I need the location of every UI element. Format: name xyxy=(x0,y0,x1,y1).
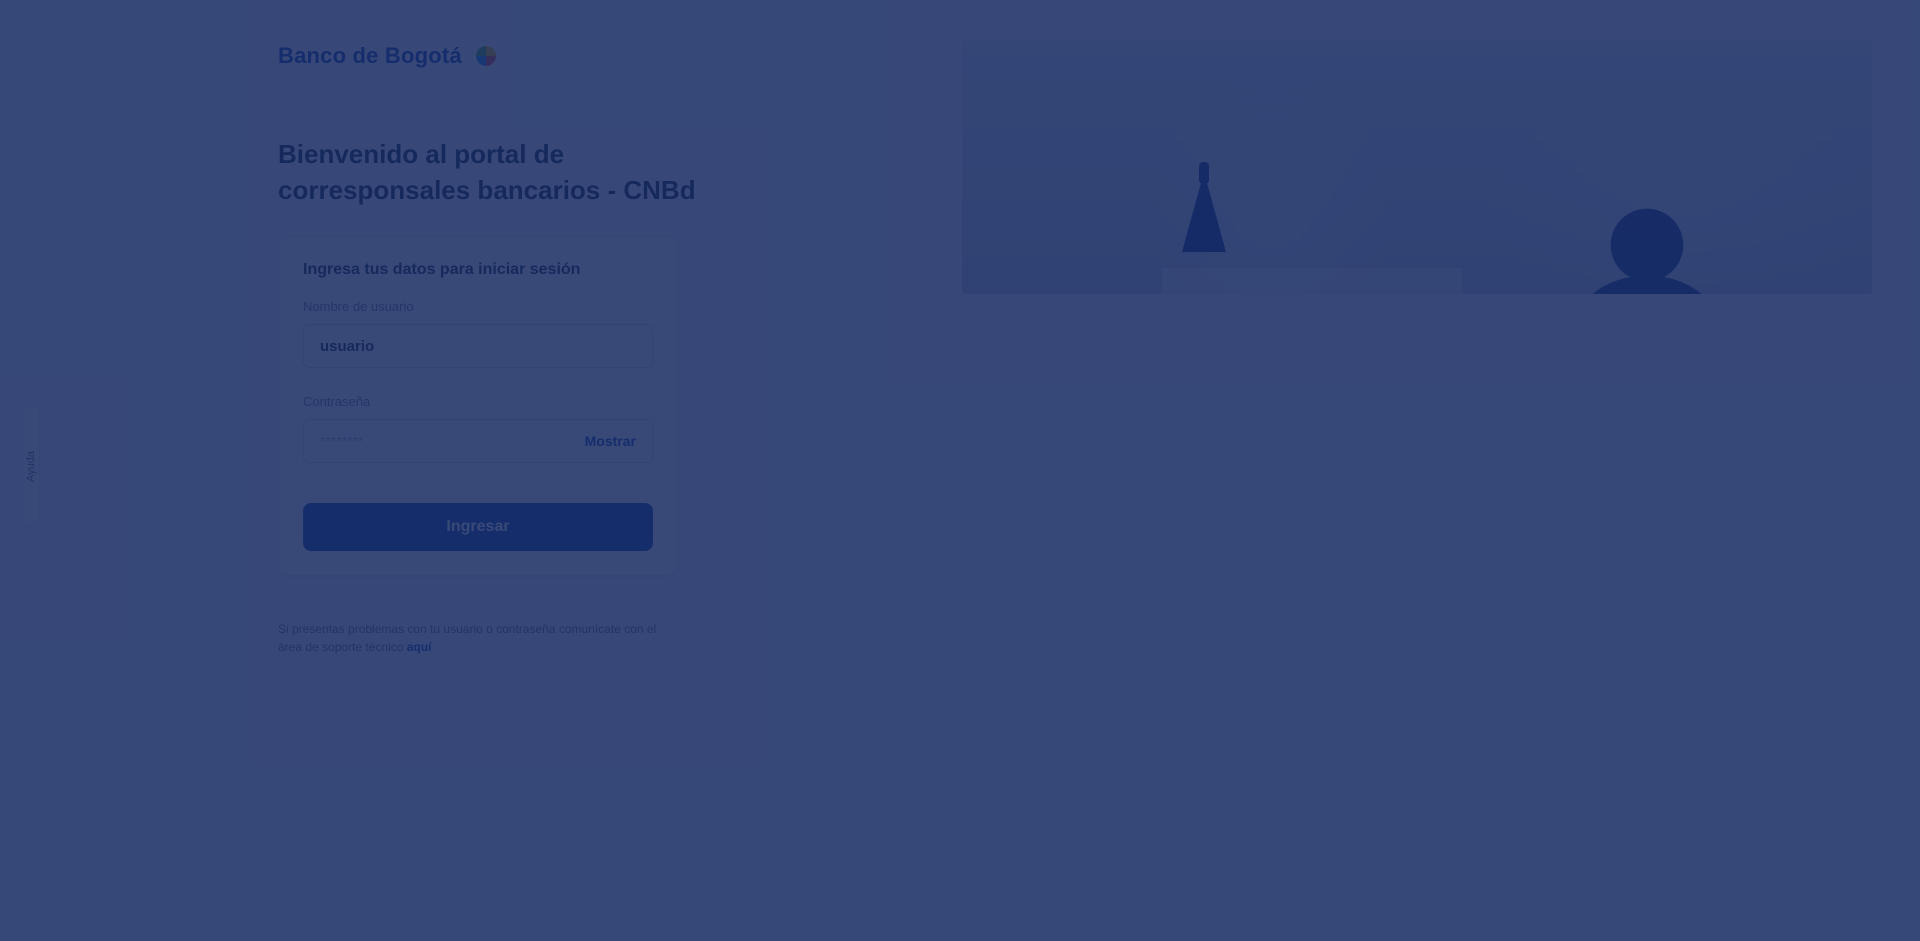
username-field[interactable]: usuario xyxy=(303,324,653,368)
hero-lamp xyxy=(1182,172,1226,252)
page-title: Bienvenido al portal de corresponsales b… xyxy=(278,139,696,205)
brand-logo[interactable]: Banco de Bogotá xyxy=(278,38,698,74)
username-label: Nombre de usuario xyxy=(303,299,414,314)
username-value: usuario xyxy=(320,337,375,355)
help-side-tab[interactable]: Ayuda xyxy=(22,406,40,526)
login-page: Banco de Bogotá Bienvenido al portal de … xyxy=(0,0,1920,941)
support-footnote-text: Si presentas problemas con tu usuario o … xyxy=(278,622,657,654)
login-card-title: Ingresa tus datos para iniciar sesión xyxy=(303,261,581,278)
support-link[interactable]: aquí xyxy=(407,640,432,654)
hero-image xyxy=(962,40,1872,294)
hero-person xyxy=(1552,190,1742,294)
help-side-tab-label: Ayuda xyxy=(25,450,37,482)
password-placeholder: ******** xyxy=(320,433,364,449)
left-column: Banco de Bogotá Bienvenido al portal de … xyxy=(278,38,698,656)
brand-name: Banco de Bogotá xyxy=(278,43,462,68)
brand-mark-icon xyxy=(471,42,500,70)
password-field[interactable]: ******** Mostrar xyxy=(303,419,653,463)
password-label: Contraseña xyxy=(303,394,371,409)
show-password-button[interactable]: Mostrar xyxy=(585,433,636,449)
support-footnote: Si presentas problemas con tu usuario o … xyxy=(278,620,658,656)
login-button[interactable]: Ingresar xyxy=(303,503,653,551)
login-card: Ingresa tus datos para iniciar sesión No… xyxy=(278,236,678,576)
hero-desk xyxy=(1162,268,1462,294)
